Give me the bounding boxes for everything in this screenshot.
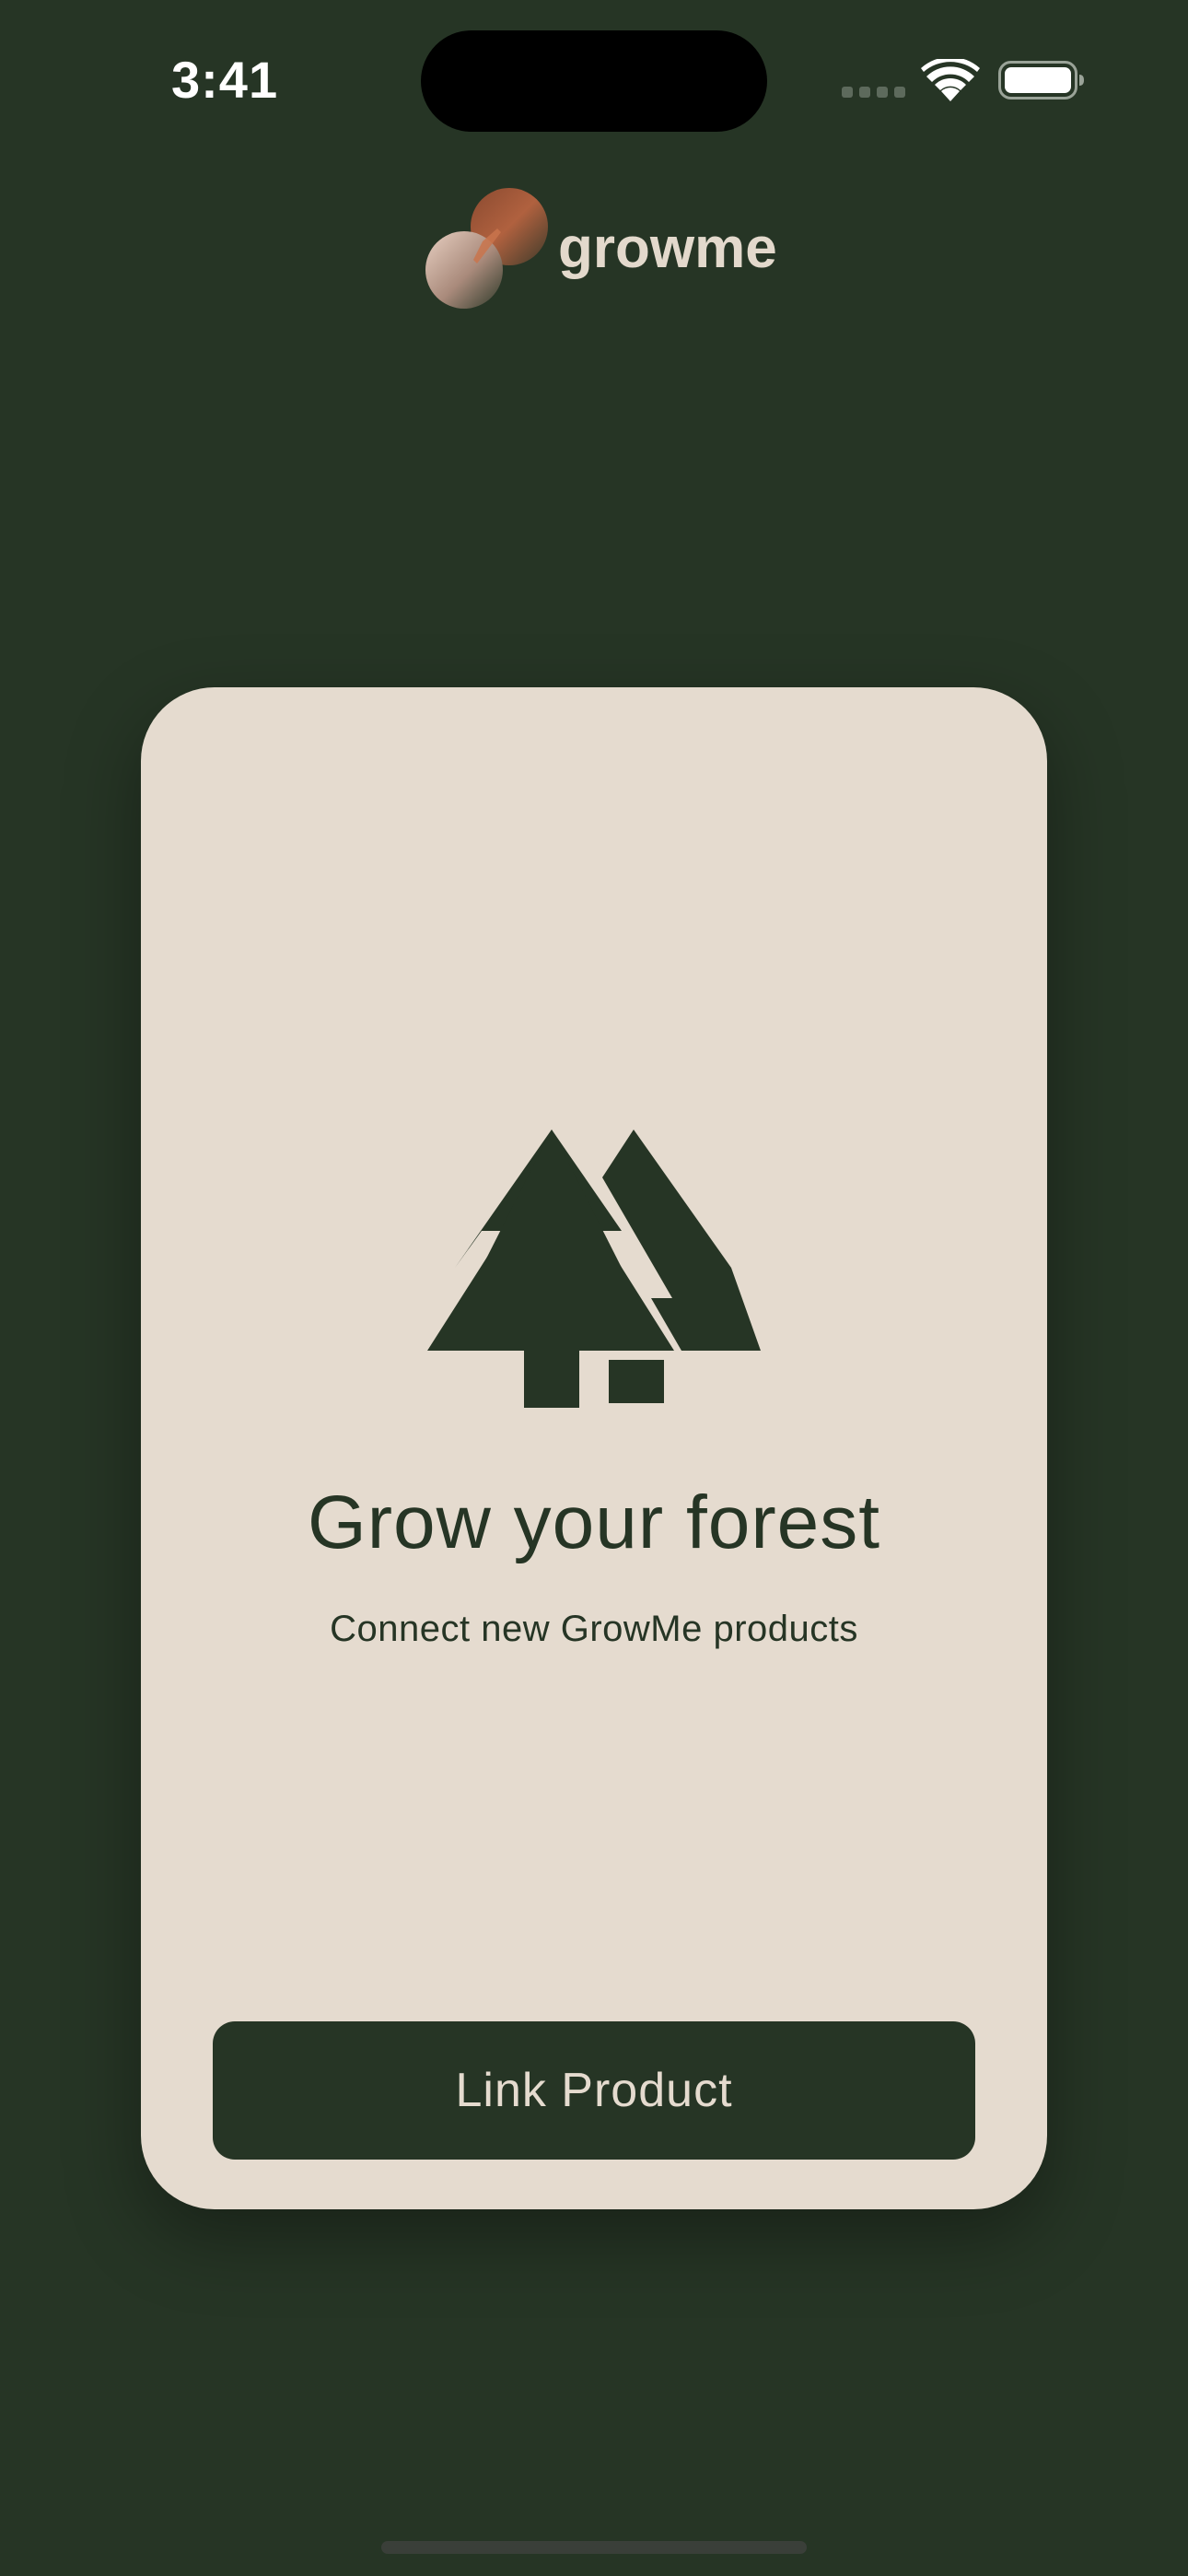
cellular-signal-icon <box>842 87 905 98</box>
wifi-icon <box>921 59 980 101</box>
home-indicator[interactable] <box>381 2541 807 2554</box>
battery-icon <box>998 61 1084 100</box>
onboarding-card: Grow your forest Connect new GrowMe prod… <box>141 687 1047 2209</box>
brand-header: growme <box>424 184 777 313</box>
growme-logo-icon <box>425 188 548 309</box>
card-title: Grow your forest <box>307 1481 881 1564</box>
brand-name: growme <box>558 217 777 280</box>
dynamic-island <box>421 30 767 132</box>
link-product-button[interactable]: Link Product <box>213 2021 975 2160</box>
status-bar: 3:41 <box>0 0 1188 157</box>
status-time: 3:41 <box>171 51 279 109</box>
trees-icon <box>427 1130 761 1408</box>
card-subtitle: Connect new GrowMe products <box>330 1609 858 1649</box>
